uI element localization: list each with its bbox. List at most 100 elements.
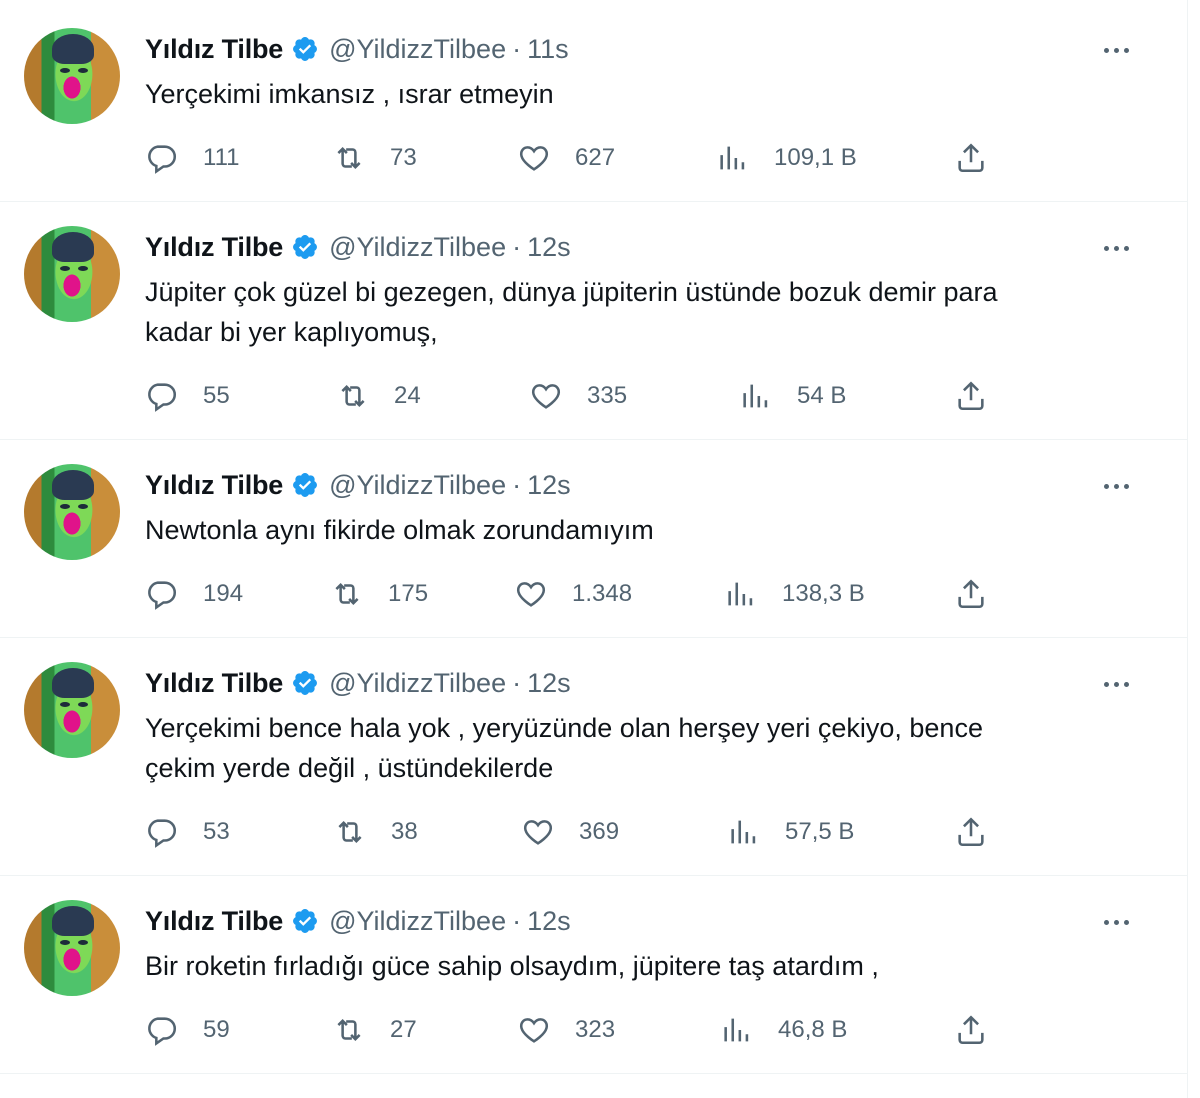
heart-icon (531, 384, 561, 409)
share-icon[interactable] (954, 815, 988, 849)
timestamp[interactable]: 12s (527, 232, 571, 263)
reply-count: 59 (203, 1016, 230, 1043)
retweet-count: 27 (390, 1016, 417, 1043)
user-handle[interactable]: @YildizzTilbee (329, 470, 506, 501)
reply-count: 53 (203, 818, 230, 845)
views-button[interactable]: 109,1 B (716, 140, 857, 176)
tweet-header: Yıldız Tilbe @YildizzTilbee · 11s (145, 32, 569, 66)
like-count: 369 (579, 818, 620, 845)
user-handle[interactable]: @YildizzTilbee (329, 668, 506, 699)
retweet-icon (337, 1018, 361, 1042)
verified-badge-icon (293, 671, 318, 695)
tweet[interactable]: Yıldız Tilbe @YildizzTilbee · 12s Newton… (0, 440, 1188, 638)
like-button[interactable]: 627 (517, 140, 615, 176)
verified-badge-icon (293, 909, 318, 933)
avatar[interactable] (24, 226, 120, 322)
reply-button[interactable]: 194 (145, 576, 243, 612)
more-icon[interactable] (1104, 674, 1136, 694)
views-count: 46,8 B (778, 1016, 848, 1043)
tweet-text: Newtonla aynı fikirde olmak zorundamıyım (145, 515, 654, 545)
share-icon[interactable] (954, 577, 988, 611)
tweet[interactable]: Yıldız Tilbe @YildizzTilbee · 11s Yerçek… (0, 0, 1188, 202)
share-icon[interactable] (954, 379, 988, 413)
more-icon[interactable] (1104, 40, 1136, 60)
tweet-actions: 59 27 323 46,8 B (0, 1012, 1188, 1048)
heart-icon (519, 146, 549, 171)
retweet-button[interactable]: 38 (333, 814, 418, 850)
reply-button[interactable]: 111 (145, 140, 239, 176)
timestamp[interactable]: 12s (527, 470, 571, 501)
views-icon (720, 146, 745, 170)
reply-button[interactable]: 53 (145, 814, 230, 850)
reply-button[interactable]: 55 (145, 378, 230, 414)
reply-icon (148, 1017, 177, 1046)
views-icon (724, 1018, 749, 1042)
views-button[interactable]: 46,8 B (720, 1012, 847, 1048)
retweet-count: 175 (388, 580, 429, 607)
like-button[interactable]: 1.348 (514, 576, 632, 612)
display-name[interactable]: Yıldız Tilbe (145, 668, 283, 699)
separator: · (512, 231, 522, 262)
user-handle[interactable]: @YildizzTilbee (329, 906, 506, 937)
reply-count: 55 (203, 382, 230, 409)
display-name[interactable]: Yıldız Tilbe (145, 470, 283, 501)
reply-count: 111 (203, 144, 240, 171)
views-count: 57,5 B (785, 818, 855, 845)
verified-badge-icon (293, 235, 318, 259)
avatar[interactable] (24, 662, 120, 758)
display-name[interactable]: Yıldız Tilbe (145, 906, 283, 937)
retweet-count: 38 (391, 818, 418, 845)
like-button[interactable]: 335 (529, 378, 627, 414)
more-icon[interactable] (1104, 238, 1136, 258)
reply-icon (148, 383, 177, 412)
tweet-actions: 194 175 1.348 138,3 B (0, 576, 1188, 612)
timestamp[interactable]: 12s (527, 906, 571, 937)
retweet-button[interactable]: 24 (336, 378, 421, 414)
views-count: 138,3 B (782, 580, 865, 607)
like-count: 335 (587, 382, 628, 409)
timestamp[interactable]: 12s (527, 668, 571, 699)
like-button[interactable]: 369 (521, 814, 619, 850)
tweet[interactable]: Yıldız Tilbe @YildizzTilbee · 12s Bir ro… (0, 876, 1188, 1074)
reply-count: 194 (203, 580, 244, 607)
views-button[interactable]: 57,5 B (727, 814, 854, 850)
more-icon[interactable] (1104, 912, 1136, 932)
tweet[interactable]: Yıldız Tilbe @YildizzTilbee · 12s Jüpite… (0, 202, 1188, 440)
share-icon[interactable] (954, 141, 988, 175)
share-icon[interactable] (954, 1013, 988, 1047)
views-button[interactable]: 54 B (739, 378, 846, 414)
user-handle[interactable]: @YildizzTilbee (329, 34, 506, 65)
timestamp[interactable]: 11s (527, 34, 569, 65)
reply-button[interactable]: 59 (145, 1012, 230, 1048)
avatar[interactable] (24, 28, 120, 124)
retweet-button[interactable]: 27 (332, 1012, 417, 1048)
tweet-text: Jüpiter çok güzel bi gezegen, dünya jüpi… (145, 277, 998, 347)
avatar[interactable] (24, 464, 120, 560)
retweet-icon (337, 146, 361, 170)
like-button[interactable]: 323 (517, 1012, 615, 1048)
retweet-button[interactable]: 175 (330, 576, 428, 612)
like-count: 323 (575, 1016, 616, 1043)
heart-icon (519, 1018, 549, 1043)
views-count: 109,1 B (774, 144, 857, 171)
display-name[interactable]: Yıldız Tilbe (145, 34, 283, 65)
views-icon (731, 820, 756, 844)
display-name[interactable]: Yıldız Tilbe (145, 232, 283, 263)
retweet-icon (335, 582, 359, 606)
retweet-count: 24 (394, 382, 421, 409)
tweet-header: Yıldız Tilbe @YildizzTilbee · 12s (145, 904, 571, 938)
verified-badge-icon (293, 473, 318, 497)
reply-icon (148, 819, 177, 848)
tweet[interactable]: Yıldız Tilbe @YildizzTilbee · 12s Yerçek… (0, 638, 1188, 876)
retweet-button[interactable]: 73 (332, 140, 417, 176)
views-button[interactable]: 138,3 B (724, 576, 865, 612)
heart-icon (523, 820, 553, 845)
timeline: Yıldız Tilbe @YildizzTilbee · 11s Yerçek… (0, 0, 1188, 1098)
tweet-actions: 53 38 369 57,5 B (0, 814, 1188, 850)
separator: · (512, 469, 522, 500)
reply-icon (148, 581, 177, 610)
user-handle[interactable]: @YildizzTilbee (329, 232, 506, 263)
more-icon[interactable] (1104, 476, 1136, 496)
tweet-header: Yıldız Tilbe @YildizzTilbee · 12s (145, 468, 571, 502)
avatar[interactable] (24, 900, 120, 996)
